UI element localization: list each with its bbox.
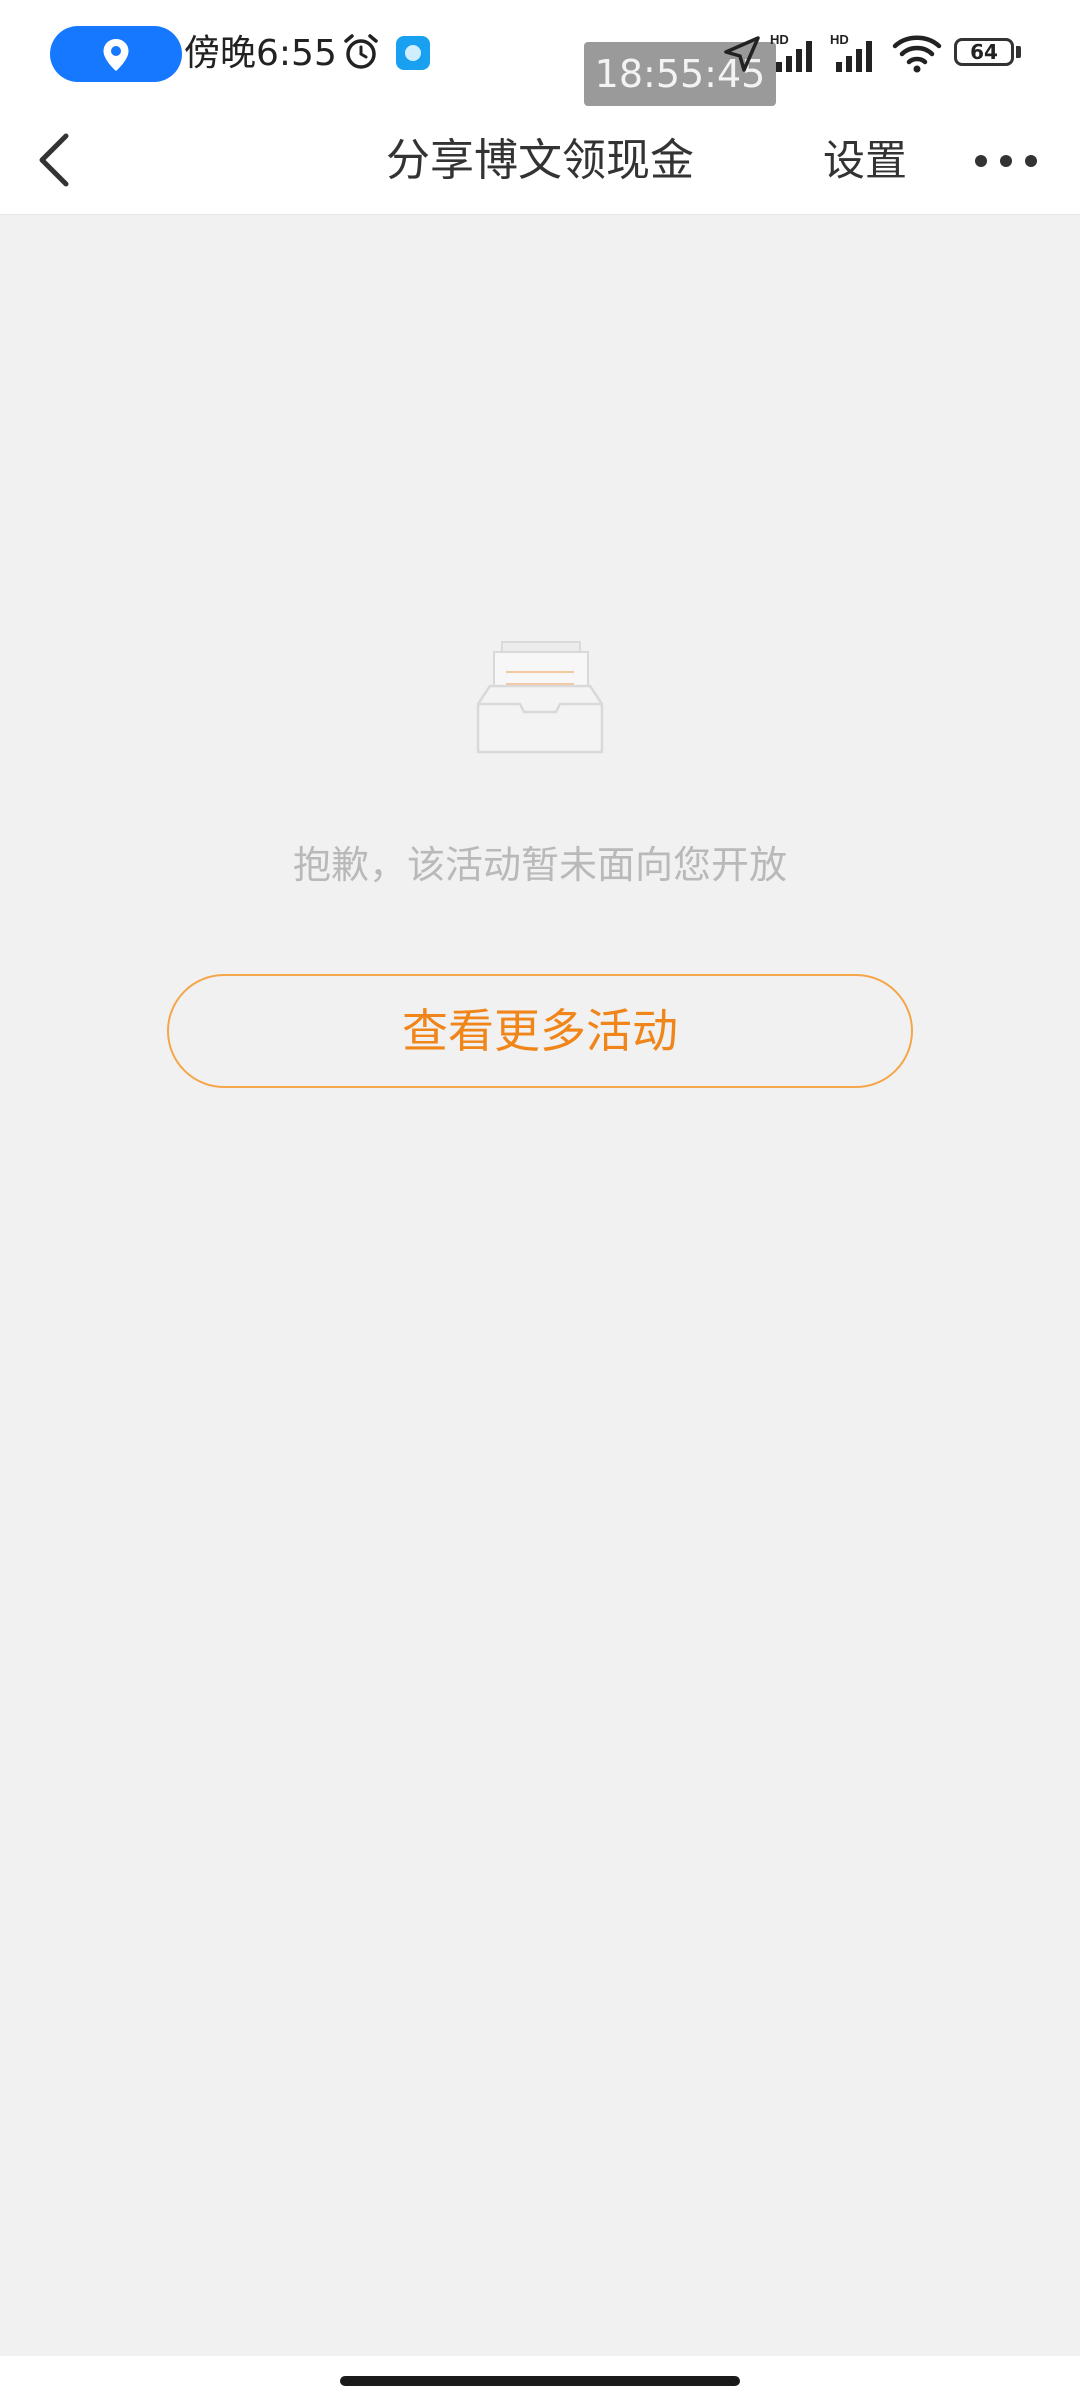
- battery-icon: 64: [954, 38, 1014, 66]
- screen: 傍晚6:55 18:55:45 HD HD 64 分享博文领现金 设置 抱歉，该…: [0, 0, 1080, 2400]
- signal-icon: HD: [770, 32, 812, 72]
- page-title: 分享博文领现金: [386, 135, 694, 186]
- empty-message: 抱歉，该活动暂未面向您开放: [292, 843, 787, 887]
- app-icon: [396, 36, 430, 70]
- location-icon: [103, 39, 129, 71]
- back-button[interactable]: [20, 122, 96, 198]
- hd-label: HD: [830, 32, 849, 47]
- battery-tip: [1016, 46, 1021, 58]
- home-indicator[interactable]: [340, 2376, 740, 2386]
- wifi-icon: [892, 35, 942, 73]
- alarm-icon: [344, 34, 378, 69]
- status-time: 傍晚6:55: [184, 33, 337, 74]
- status-bar: 傍晚6:55 18:55:45 HD HD 64: [0, 0, 1080, 108]
- settings-button[interactable]: 设置: [810, 108, 920, 214]
- header: 分享博文领现金 设置: [0, 108, 1080, 215]
- hd-label: HD: [770, 32, 789, 47]
- more-activities-button[interactable]: 查看更多活动: [167, 974, 913, 1088]
- more-button[interactable]: [966, 128, 1046, 194]
- bottom-bar: [0, 2356, 1080, 2400]
- empty-inbox-icon: [476, 641, 604, 754]
- gps-icon: [724, 36, 760, 72]
- chevron-left-icon: [39, 133, 69, 187]
- location-indicator[interactable]: [50, 26, 182, 82]
- more-horizontal-icon: [975, 155, 1037, 167]
- signal-icon: HD: [830, 32, 872, 72]
